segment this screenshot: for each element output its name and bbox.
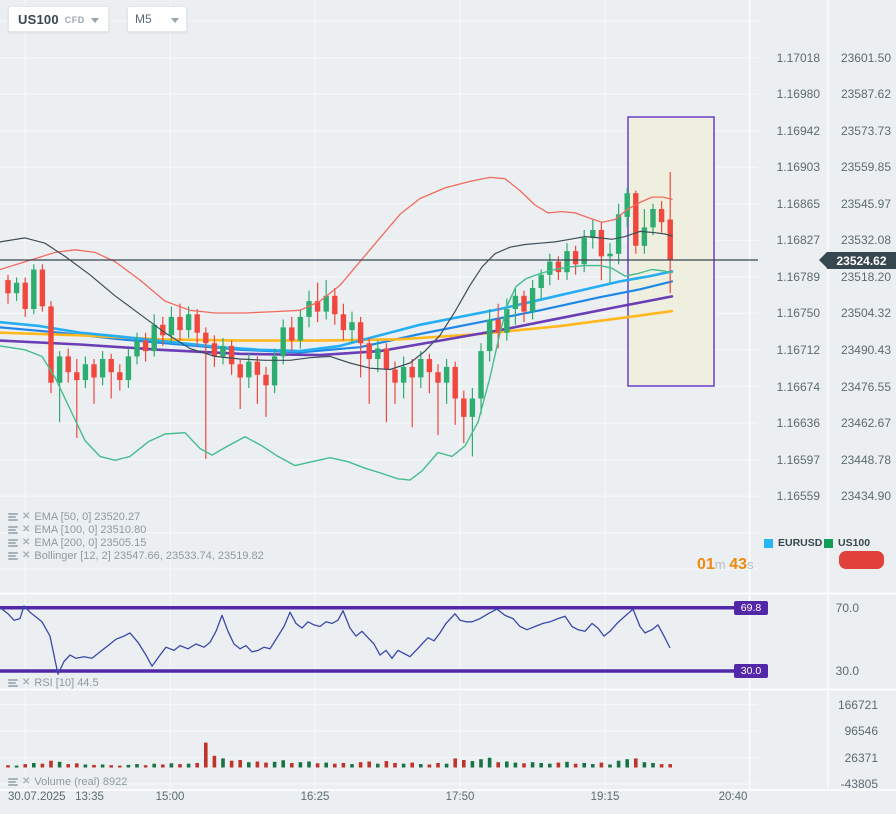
indicator-row-ema200: ✕ EMA [200, 0] 23505.15 xyxy=(8,536,264,549)
indicator-label: EMA [50, 0] 23520.27 xyxy=(34,510,141,523)
rsi-panel-label-row: ✕ RSI [10] 44.5 xyxy=(8,676,99,689)
eurusd-price-label: 1.16712 xyxy=(776,342,820,357)
close-icon[interactable]: ✕ xyxy=(22,524,30,535)
indicator-settings-icon[interactable] xyxy=(8,512,18,521)
us100-price-label: 23532.08 xyxy=(840,233,891,248)
time-axis-label: 16:25 xyxy=(300,791,330,803)
us100-price-label: 23545.97 xyxy=(840,196,891,211)
us100-price-label: 23490.43 xyxy=(840,342,891,357)
us100-price-label: 23476.55 xyxy=(840,379,891,394)
indicator-settings-icon[interactable] xyxy=(8,538,18,547)
indicator-row-bollinger: ✕ Bollinger [12, 2] 23547.66, 23533.74, … xyxy=(8,549,264,562)
timer-minutes: 01 xyxy=(697,556,715,573)
indicator-row-ema50: ✕ EMA [50, 0] 23520.27 xyxy=(8,510,264,523)
volume-axis-label: 96546 xyxy=(844,724,878,739)
time-axis-label: 17:50 xyxy=(445,791,475,803)
timer-seconds-unit: s xyxy=(747,557,754,572)
eurusd-price-label: 1.17018 xyxy=(776,50,820,65)
indicator-labels: ✕ EMA [50, 0] 23520.27 ✕ EMA [100, 0] 23… xyxy=(8,510,264,562)
us100-price-label: 23601.50 xyxy=(840,50,891,65)
indicator-label: EMA [200, 0] 23505.15 xyxy=(34,536,147,549)
us100-price-label: 23587.62 xyxy=(840,87,891,102)
rsi-label: RSI [10] 44.5 xyxy=(34,676,99,689)
indicator-settings-icon[interactable] xyxy=(8,551,18,560)
time-axis-label: 20:40 xyxy=(718,791,748,803)
time-axis-label: 19:15 xyxy=(590,791,620,803)
current-price-tag: 23524.62 xyxy=(819,252,896,269)
legend-item-eurusd[interactable]: EURUSD xyxy=(764,537,822,549)
eurusd-price-label: 1.16789 xyxy=(776,269,820,284)
legend-label-us100: US100 xyxy=(838,537,871,549)
close-icon[interactable]: ✕ xyxy=(22,537,30,548)
legend-item-us100[interactable]: US100 xyxy=(824,537,870,549)
indicator-label: Bollinger [12, 2] 23547.66, 23533.74, 23… xyxy=(34,549,264,562)
us100-price-label: 23518.20 xyxy=(840,269,891,284)
volume-axis-label: 26371 xyxy=(844,750,878,765)
us100-price-label: 23504.32 xyxy=(840,306,891,321)
rsi-upper-band-tag: 69.8 xyxy=(734,601,768,615)
legend-label-eurusd: EURUSD xyxy=(778,537,823,549)
instrument-selector[interactable]: US100 CFD xyxy=(8,6,109,32)
eurusd-price-label: 1.16559 xyxy=(776,489,820,504)
timeframe-selector[interactable]: M5 xyxy=(127,6,187,32)
eurusd-price-label: 1.16674 xyxy=(776,379,820,394)
close-icon[interactable]: ✕ xyxy=(22,511,30,522)
us100-price-label: 23448.78 xyxy=(840,452,891,467)
time-axis-label: 15:00 xyxy=(155,791,185,803)
close-icon[interactable]: ✕ xyxy=(22,776,30,787)
eurusd-price-label: 1.16597 xyxy=(776,452,820,467)
time-axis-start-label: 30.07.2025 13:35 xyxy=(8,791,104,803)
indicator-label: EMA [100, 0] 23510.80 xyxy=(34,523,147,536)
us100-price-label: 23559.85 xyxy=(840,160,891,175)
instrument-type-badge: CFD xyxy=(64,14,85,25)
close-icon[interactable]: ✕ xyxy=(22,677,30,688)
volume-panel-label-row: ✕ Volume (real) 8922 xyxy=(8,775,127,788)
close-icon[interactable]: ✕ xyxy=(22,550,30,561)
rsi-lower-band-tag: 30.0 xyxy=(734,664,768,678)
indicator-row-ema100: ✕ EMA [100, 0] 23510.80 xyxy=(8,523,264,536)
sell-button[interactable] xyxy=(839,551,884,569)
eurusd-price-label: 1.16827 xyxy=(776,233,820,248)
rsi-axis-label: 70.0 xyxy=(835,601,859,615)
candle-countdown-timer: 01m 43s xyxy=(697,556,754,574)
eurusd-price-label: 1.16903 xyxy=(776,160,820,175)
volume-label: Volume (real) 8922 xyxy=(34,775,128,788)
us100-price-label: 23573.73 xyxy=(840,123,891,138)
us100-price-label: 23434.90 xyxy=(840,489,891,504)
timer-seconds: 43 xyxy=(729,556,748,573)
timeframe-label: M5 xyxy=(135,12,152,26)
eurusd-price-label: 1.16750 xyxy=(776,306,820,321)
eurusd-price-label: 1.16980 xyxy=(776,87,820,102)
eurusd-price-label: 1.16865 xyxy=(776,196,820,211)
volume-axis-label: 166721 xyxy=(837,697,878,712)
us100-color-swatch xyxy=(824,538,833,548)
volume-axis-label: -43805 xyxy=(840,777,878,792)
eurusd-price-label: 1.16942 xyxy=(776,123,820,138)
us100-price-label: 23462.67 xyxy=(840,416,891,431)
chevron-down-icon xyxy=(171,17,179,23)
indicator-settings-icon[interactable] xyxy=(8,678,18,687)
eurusd-color-swatch xyxy=(764,538,773,548)
chevron-down-icon xyxy=(90,17,99,23)
timer-minutes-unit: m xyxy=(714,557,726,572)
trading-chart-window: US100 CFD M5 ✕ EMA [50, 0] 23520.27 ✕ EM… xyxy=(0,0,896,814)
chart-canvas[interactable] xyxy=(0,0,896,814)
rsi-axis-label: 30.0 xyxy=(835,664,859,678)
indicator-settings-icon[interactable] xyxy=(8,525,18,534)
eurusd-price-label: 1.16636 xyxy=(776,416,820,431)
indicator-settings-icon[interactable] xyxy=(8,777,18,786)
instrument-name: US100 xyxy=(18,11,59,27)
